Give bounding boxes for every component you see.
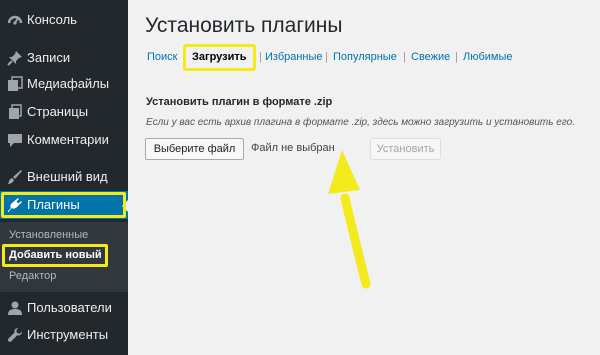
menu-label-tools: Инструменты [27,327,109,342]
tab-popular[interactable]: Популярные [333,51,397,63]
menu-label-appearance: Внешний вид [27,169,108,184]
menu-label-media: Медиафайлы [27,76,110,91]
menu-label-plugins: Плагины [27,197,80,212]
page-title: Установить плагины [145,14,343,37]
file-status-text: Файл не выбран [251,142,335,154]
tab-search[interactable]: Поиск [147,51,177,63]
brush-icon [8,170,22,184]
menu-label-comments: Комментарии [27,132,109,147]
menu-item-tools[interactable]: Инструменты [0,321,128,349]
menu-item-dashboard[interactable]: Консоль [0,6,128,34]
plugin-icon [8,198,22,212]
page-icon [9,104,22,119]
tab-featured[interactable]: Избранные [265,51,323,63]
tab-separator: | [325,51,328,63]
comment-icon [8,134,22,147]
pin-icon [7,51,22,66]
tab-separator: | [259,51,262,63]
dashboard-icon [7,15,23,25]
menu-item-appearance[interactable]: Внешний вид [0,163,128,191]
tab-separator: | [455,51,458,63]
main-content: Установить плагины Поиск | Загрузить | И… [128,0,600,355]
yellow-arrow-annotation [328,150,371,289]
menu-label-posts: Записи [27,50,71,65]
menu-item-pages[interactable]: Страницы [0,98,128,126]
menu-label-users: Пользователи [27,300,112,315]
tab-favorites[interactable]: Любимые [463,51,513,63]
upload-heading: Установить плагин в формате .zip [146,96,333,108]
admin-sidebar: Консоль Записи Медиафайлы Страницы Комме… [0,0,129,355]
tab-newest[interactable]: Свежие [411,51,450,63]
users-icon [8,301,22,315]
menu-item-posts[interactable]: Записи [0,44,128,72]
tab-upload[interactable]: Загрузить [192,51,247,63]
tab-separator: | [403,51,406,63]
menu-label-pages: Страницы [27,104,89,119]
media-icon [8,76,23,91]
submenu-item-editor[interactable]: Редактор [9,270,56,282]
wrench-icon [7,328,22,342]
upload-description: Если у вас есть архив плагина в формате … [146,117,576,128]
menu-item-users[interactable]: Пользователи [0,294,128,322]
choose-file-button[interactable]: Выберите файл [145,138,244,160]
menu-label-dashboard: Консоль [27,12,77,27]
menu-item-plugins[interactable]: Плагины [0,191,128,219]
menu-item-comments[interactable]: Комментарии [0,126,128,154]
menu-item-media[interactable]: Медиафайлы [0,70,128,98]
tab-separator: | [184,51,187,63]
submenu-item-installed[interactable]: Установленные [9,229,88,241]
submenu-item-add-new[interactable]: Добавить новый [9,249,102,261]
